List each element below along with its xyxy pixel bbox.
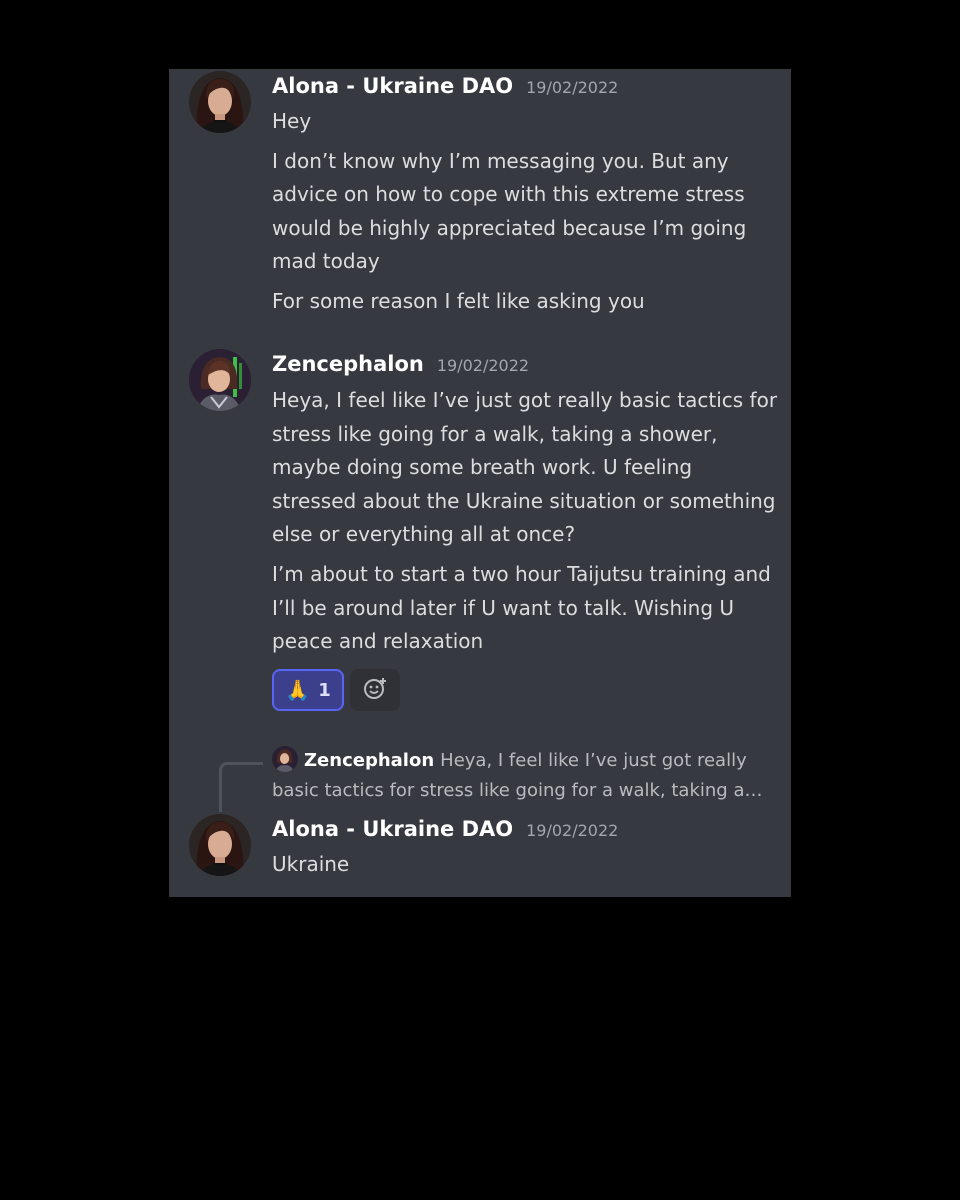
reactions-bar: 🙏 1	[272, 669, 400, 711]
username[interactable]: Alona - Ukraine DAO	[272, 817, 513, 841]
add-reaction-icon	[362, 675, 388, 705]
message-line: Heya, I feel like I’ve just got really b…	[272, 388, 778, 547]
reply-text: basic tactics for stress like going for …	[272, 780, 763, 801]
message-content: Hey I don’t know why I’m messaging you. …	[272, 105, 782, 319]
chat-panel: Alona - Ukraine DAO 19/02/2022 Hey I don…	[169, 69, 791, 897]
user-avatar-alona[interactable]	[189, 71, 251, 133]
reply-text: Heya, I feel like I’ve just got really	[440, 750, 747, 771]
message-line: For some reason I felt like asking you	[272, 288, 645, 313]
timestamp: 19/02/2022	[526, 821, 619, 840]
username[interactable]: Zencephalon	[272, 352, 424, 376]
reply-username[interactable]: Zencephalon	[304, 750, 434, 771]
reply-preview[interactable]: Zencephalon Heya, I feel like I’ve just g…	[272, 746, 782, 806]
username[interactable]: Alona - Ukraine DAO	[272, 74, 513, 98]
message-content: Heya, I feel like I’ve just got really b…	[272, 384, 782, 659]
timestamp: 19/02/2022	[526, 78, 619, 97]
folded-hands-icon: 🙏	[285, 678, 311, 702]
user-avatar-alona[interactable]	[189, 814, 251, 876]
user-avatar-zencephalon[interactable]	[189, 349, 251, 411]
message-content: Ukraine	[272, 848, 782, 882]
add-reaction-button[interactable]	[350, 669, 400, 711]
timestamp: 19/02/2022	[436, 356, 530, 375]
message-line: Ukraine	[272, 852, 350, 876]
reply-connector	[219, 762, 263, 812]
message-line: I’m about to start a two hour Taijutsu t…	[272, 561, 771, 654]
message-line: Hey	[272, 109, 312, 133]
reaction-folded-hands[interactable]: 🙏 1	[272, 669, 344, 711]
reply-avatar-icon	[272, 746, 298, 772]
message-line: I don’t know why I’m messaging you. But …	[272, 148, 747, 274]
reaction-count: 1	[318, 679, 331, 701]
